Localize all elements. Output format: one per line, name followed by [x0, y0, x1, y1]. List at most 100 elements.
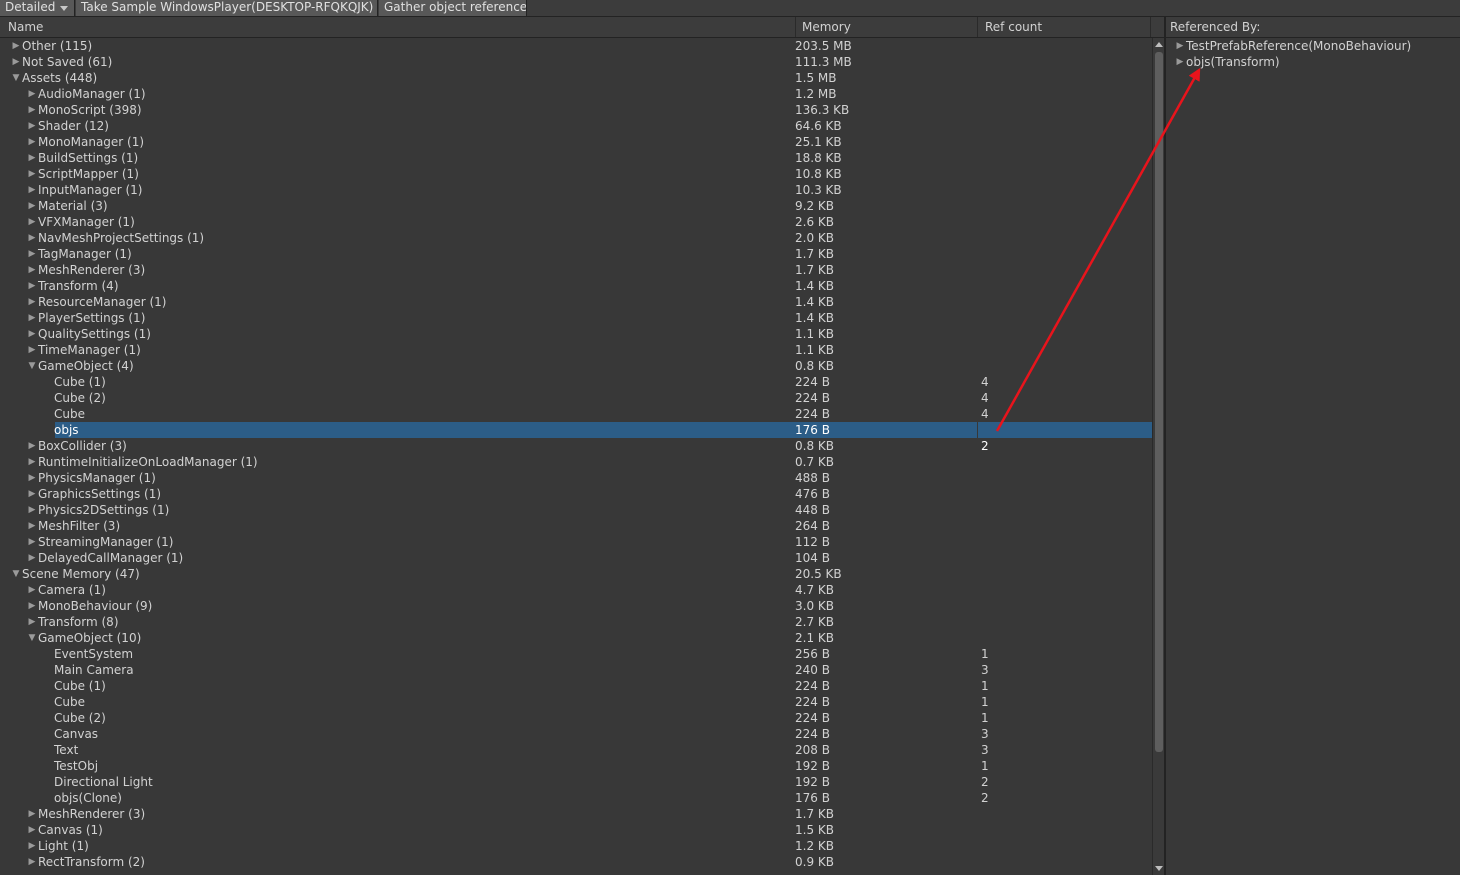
column-memory[interactable]: Memory — [796, 17, 978, 37]
table-row[interactable]: ▼ GameObject (10) 2.1 KB — [0, 630, 1152, 646]
expand-arrow-icon[interactable]: ▶ — [26, 534, 38, 550]
table-row[interactable]: Cube (2) 224 B 4 — [0, 390, 1152, 406]
table-row[interactable]: ▶ DelayedCallManager (1) 104 B — [0, 550, 1152, 566]
table-row[interactable]: ▶ Material (3) 9.2 KB — [0, 198, 1152, 214]
expand-arrow-icon[interactable]: ▶ — [26, 166, 38, 182]
expand-arrow-icon[interactable]: ▶ — [26, 806, 38, 822]
view-mode-dropdown[interactable]: Detailed — [0, 0, 75, 16]
table-row[interactable]: Text 208 B 3 — [0, 742, 1152, 758]
table-row[interactable]: ▶ Light (1) 1.2 KB — [0, 838, 1152, 854]
table-row[interactable]: Directional Light 192 B 2 — [0, 774, 1152, 790]
scrollbar-thumb[interactable] — [1155, 52, 1163, 752]
expand-arrow-icon[interactable]: ▶ — [26, 198, 38, 214]
table-row[interactable]: ▶ Camera (1) 4.7 KB — [0, 582, 1152, 598]
table-row[interactable]: ▶ QualitySettings (1) 1.1 KB — [0, 326, 1152, 342]
table-row[interactable]: ▶ Not Saved (61) 111.3 MB — [0, 54, 1152, 70]
expand-arrow-icon[interactable]: ▶ — [26, 854, 38, 870]
collapse-arrow-icon[interactable]: ▼ — [10, 566, 22, 582]
expand-arrow-icon[interactable]: ▶ — [26, 614, 38, 630]
table-row[interactable]: ▼ Assets (448) 1.5 MB — [0, 70, 1152, 86]
table-row[interactable]: ▶ Physics2DSettings (1) 448 B — [0, 502, 1152, 518]
expand-arrow-icon[interactable]: ▶ — [26, 86, 38, 102]
table-row[interactable]: Main Camera 240 B 3 — [0, 662, 1152, 678]
referenced-by-item[interactable]: ▶ TestPrefabReference(MonoBehaviour) — [1166, 38, 1460, 54]
expand-arrow-icon[interactable]: ▶ — [26, 470, 38, 486]
table-row[interactable]: EventSystem 256 B 1 — [0, 646, 1152, 662]
table-row[interactable]: ▶ MeshRenderer (3) 1.7 KB — [0, 806, 1152, 822]
expand-arrow-icon[interactable]: ▶ — [26, 262, 38, 278]
referenced-by-item[interactable]: ▶ objs(Transform) — [1166, 54, 1460, 70]
table-row[interactable]: Cube (2) 224 B 1 — [0, 710, 1152, 726]
table-row[interactable]: ▶ RuntimeInitializeOnLoadManager (1) 0.7 K… — [0, 454, 1152, 470]
table-row[interactable]: ▶ BoxCollider (3) 0.8 KB — [0, 438, 1152, 454]
table-row[interactable]: ▶ Canvas (1) 1.5 KB — [0, 822, 1152, 838]
table-row[interactable]: ▶ Transform (8) 2.7 KB — [0, 614, 1152, 630]
table-row[interactable]: ▶ Other (115) 203.5 MB — [0, 38, 1152, 54]
table-row[interactable]: ▶ MeshRenderer (3) 1.7 KB — [0, 262, 1152, 278]
table-row[interactable]: ▶ GraphicsSettings (1) 476 B — [0, 486, 1152, 502]
table-row[interactable]: ▶ BuildSettings (1) 18.8 KB — [0, 150, 1152, 166]
expand-arrow-icon[interactable]: ▶ — [26, 150, 38, 166]
table-row[interactable]: ▶ PhysicsManager (1) 488 B — [0, 470, 1152, 486]
take-sample-button[interactable]: Take Sample WindowsPlayer(DESKTOP-RFQKQJ… — [76, 0, 378, 16]
expand-arrow-icon[interactable]: ▶ — [26, 182, 38, 198]
table-row[interactable]: ▶ InputManager (1) 10.3 KB — [0, 182, 1152, 198]
expand-arrow-icon[interactable]: ▶ — [26, 454, 38, 470]
expand-arrow-icon[interactable]: ▶ — [26, 486, 38, 502]
column-ref-count[interactable]: Ref count — [979, 17, 1151, 37]
table-row-selected[interactable]: objs 176 B2 — [0, 422, 1152, 453]
table-row[interactable]: ▶ ScriptMapper (1) 10.8 KB — [0, 166, 1152, 182]
collapse-arrow-icon[interactable]: ▼ — [10, 70, 22, 86]
table-row[interactable]: ▶ MeshFilter (3) 264 B — [0, 518, 1152, 534]
expand-arrow-icon[interactable]: ▶ — [1174, 54, 1186, 70]
expand-arrow-icon[interactable]: ▶ — [26, 502, 38, 518]
scroll-down-icon[interactable] — [1155, 866, 1163, 871]
table-row[interactable]: ▶ ResourceManager (1) 1.4 KB — [0, 294, 1152, 310]
scroll-up-icon[interactable] — [1155, 42, 1163, 47]
collapse-arrow-icon[interactable]: ▼ — [26, 358, 38, 374]
collapse-arrow-icon[interactable]: ▼ — [26, 630, 38, 646]
table-row[interactable]: ▶ MonoScript (398) 136.3 KB — [0, 102, 1152, 118]
table-row[interactable]: ▼ GameObject (4) 0.8 KB — [0, 358, 1152, 374]
table-row[interactable]: ▶ MonoManager (1) 25.1 KB — [0, 134, 1152, 150]
expand-arrow-icon[interactable]: ▶ — [26, 134, 38, 150]
expand-arrow-icon[interactable]: ▶ — [26, 838, 38, 854]
expand-arrow-icon[interactable]: ▶ — [26, 118, 38, 134]
expand-arrow-icon[interactable]: ▶ — [26, 326, 38, 342]
expand-arrow-icon[interactable]: ▶ — [26, 278, 38, 294]
table-row[interactable]: Canvas 224 B 3 — [0, 726, 1152, 742]
table-row[interactable]: ▼ Scene Memory (47) 20.5 KB — [0, 566, 1152, 582]
table-row[interactable]: TestObj 192 B 1 — [0, 758, 1152, 774]
expand-arrow-icon[interactable]: ▶ — [26, 598, 38, 614]
table-row[interactable]: ▶ StreamingManager (1) 112 B — [0, 534, 1152, 550]
expand-arrow-icon[interactable]: ▶ — [26, 246, 38, 262]
expand-arrow-icon[interactable]: ▶ — [26, 342, 38, 358]
expand-arrow-icon[interactable]: ▶ — [1174, 38, 1186, 54]
expand-arrow-icon[interactable]: ▶ — [26, 518, 38, 534]
table-row[interactable]: Cube 224 B 4 — [0, 406, 1152, 422]
column-name[interactable]: Name — [2, 17, 796, 37]
table-row[interactable]: ▶ NavMeshProjectSettings (1) 2.0 KB — [0, 230, 1152, 246]
expand-arrow-icon[interactable]: ▶ — [26, 230, 38, 246]
table-row[interactable]: Cube 224 B 1 — [0, 694, 1152, 710]
expand-arrow-icon[interactable]: ▶ — [10, 38, 22, 54]
expand-arrow-icon[interactable]: ▶ — [26, 214, 38, 230]
expand-arrow-icon[interactable]: ▶ — [26, 582, 38, 598]
table-row[interactable]: ▶ AudioManager (1) 1.2 MB — [0, 86, 1152, 102]
expand-arrow-icon[interactable]: ▶ — [26, 550, 38, 566]
table-row[interactable]: ▶ VFXManager (1) 2.6 KB — [0, 214, 1152, 230]
table-row[interactable]: objs(Clone) 176 B 2 — [0, 790, 1152, 806]
table-row[interactable]: ▶ Transform (4) 1.4 KB — [0, 278, 1152, 294]
expand-arrow-icon[interactable]: ▶ — [26, 102, 38, 118]
expand-arrow-icon[interactable]: ▶ — [26, 822, 38, 838]
gather-references-button[interactable]: Gather object references — [379, 0, 527, 16]
table-row[interactable]: ▶ MonoBehaviour (9) 3.0 KB — [0, 598, 1152, 614]
table-row[interactable]: ▶ Shader (12) 64.6 KB — [0, 118, 1152, 134]
table-row[interactable]: ▶ RectTransform (2) 0.9 KB — [0, 854, 1152, 870]
table-row[interactable]: ▶ TagManager (1) 1.7 KB — [0, 246, 1152, 262]
table-row[interactable]: Cube (1) 224 B 1 — [0, 678, 1152, 694]
expand-arrow-icon[interactable]: ▶ — [26, 294, 38, 310]
expand-arrow-icon[interactable]: ▶ — [10, 54, 22, 70]
table-row[interactable]: ▶ TimeManager (1) 1.1 KB — [0, 342, 1152, 358]
expand-arrow-icon[interactable]: ▶ — [26, 310, 38, 326]
